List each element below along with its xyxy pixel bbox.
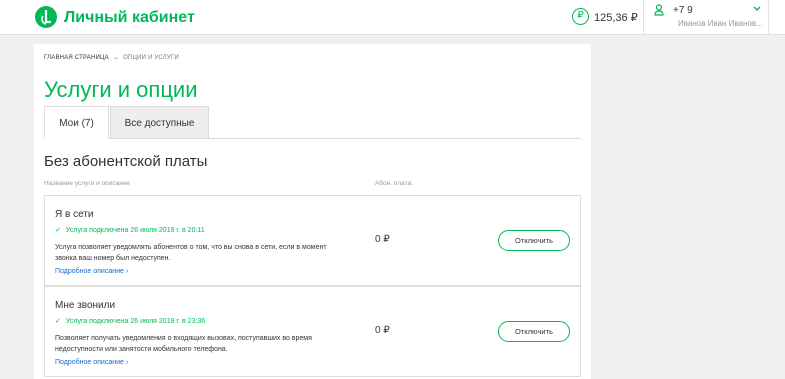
user-icon — [654, 4, 664, 16]
service-name: Мне звонили — [55, 300, 116, 311]
service-status-text: Услуга подключена 26 июля 2019 г. в 23:3… — [65, 318, 206, 325]
logo-icon[interactable] — [35, 6, 57, 28]
tab-bar: Мои (7) Все доступные — [44, 106, 581, 139]
service-price: 0 ₽ — [375, 325, 390, 336]
service-status-text: Услуга подключена 26 июля 2019 г. в 20:1… — [65, 227, 205, 234]
service-name: Я в сети — [55, 209, 94, 220]
column-header-name: Название услуги и описание — [44, 180, 131, 187]
column-header-fee: Абон. плата: — [375, 180, 413, 187]
service-status: ✓ Услуга подключена 26 июля 2019 г. в 20:… — [55, 226, 205, 234]
app-title[interactable]: Личный кабинет — [64, 9, 195, 27]
top-bar: Личный кабинет ₽ 125,36 ₽ +7 9 Иванов Ив… — [0, 0, 785, 35]
disconnect-button[interactable]: Отключить — [498, 321, 570, 342]
user-phone: +7 9 — [673, 5, 693, 16]
breadcrumb: ГЛАВНАЯ СТРАНИЦА → ОПЦИИ И УСЛУГИ — [44, 55, 179, 61]
tab-all-available[interactable]: Все доступные — [110, 106, 209, 139]
service-row: Я в сети ✓ Услуга подключена 26 июля 2019… — [44, 195, 581, 286]
chevron-down-icon[interactable] — [753, 6, 761, 12]
ruble-icon: ₽ — [572, 8, 589, 25]
service-description: Услуга позволяет уведомлять абонентов о … — [55, 244, 327, 262]
service-price: 0 ₽ — [375, 234, 390, 245]
service-status: ✓ Услуга подключена 26 июля 2019 г. в 23:… — [55, 317, 205, 325]
section-title: Без абонентской платы — [44, 153, 208, 170]
main-card: ГЛАВНАЯ СТРАНИЦА → ОПЦИИ И УСЛУГИ Услуги и… — [34, 44, 591, 379]
details-link[interactable]: Подробное описание › — [55, 359, 128, 366]
service-description: Позволяет получать уведомления о входящи… — [55, 335, 312, 353]
tab-my[interactable]: Мои (7) — [44, 106, 109, 139]
user-menu[interactable]: +7 9 Иванов Иван Иванов... — [643, 0, 769, 35]
check-icon: ✓ — [55, 227, 61, 234]
details-link[interactable]: Подробное описание › — [55, 268, 128, 275]
breadcrumb-current: ОПЦИИ И УСЛУГИ — [123, 55, 179, 61]
disconnect-button[interactable]: Отключить — [498, 230, 570, 251]
page-title: Услуги и опции — [44, 77, 198, 102]
breadcrumb-arrow-icon: → — [112, 55, 120, 61]
check-icon: ✓ — [55, 318, 61, 325]
user-name: Иванов Иван Иванов... — [678, 19, 763, 28]
breadcrumb-home[interactable]: ГЛАВНАЯ СТРАНИЦА — [44, 55, 109, 61]
service-row: Мне звонили ✓ Услуга подключена 26 июля 2… — [44, 286, 581, 377]
balance-value[interactable]: 125,36 ₽ — [594, 11, 638, 24]
